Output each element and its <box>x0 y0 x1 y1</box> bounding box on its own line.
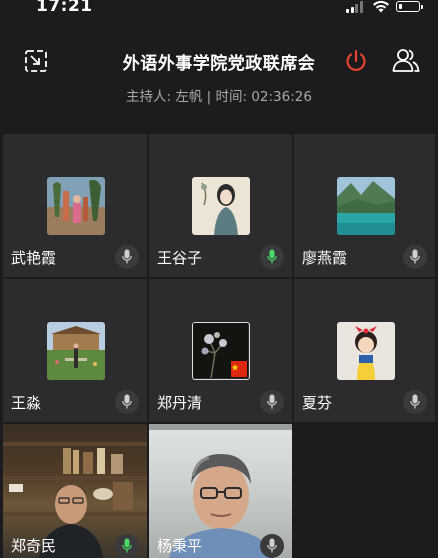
battery-level <box>398 3 402 9</box>
mic-active-icon <box>115 534 139 558</box>
mic-muted-icon <box>115 245 139 269</box>
meeting-header: 外语外事学院党政联席会 主持人: 左帆 | 时间: 02:36:26 <box>0 18 438 132</box>
participant-video-tile[interactable]: 郑奇民 <box>3 424 147 558</box>
meeting-title: 外语外事学院党政联席会 <box>122 54 316 74</box>
participant-name: 王淼 <box>11 394 42 412</box>
cellular-signal-icon <box>346 1 364 13</box>
empty-tile <box>294 424 435 558</box>
participant-name: 郑丹清 <box>157 394 203 412</box>
status-time: 17:21 <box>36 0 93 16</box>
participant-tile[interactable]: 郑丹清 <box>149 279 292 422</box>
participant-name: 王谷子 <box>157 249 203 267</box>
battery-icon <box>396 1 420 12</box>
mic-muted-icon <box>403 390 427 414</box>
participant-tile[interactable]: 王淼 <box>3 279 147 422</box>
participant-name: 夏芬 <box>302 394 333 412</box>
participant-video-tile[interactable]: 杨秉平 <box>149 424 292 558</box>
mic-muted-icon <box>260 534 284 558</box>
avatar <box>337 322 395 380</box>
meeting-subtitle: 主持人: 左帆 | 时间: 02:36:26 <box>126 89 312 105</box>
mic-muted-icon <box>403 245 427 269</box>
avatar <box>192 177 250 235</box>
participant-name: 廖燕霞 <box>302 249 348 267</box>
avatar <box>192 322 250 380</box>
participant-tile[interactable]: 武艳霞 <box>3 134 147 277</box>
mic-active-icon <box>260 245 284 269</box>
avatar <box>337 177 395 235</box>
avatar <box>47 322 105 380</box>
participant-tile[interactable]: 廖燕霞 <box>294 134 435 277</box>
battery-tip <box>421 5 423 9</box>
participants-icon[interactable] <box>392 47 420 73</box>
avatar <box>47 177 105 235</box>
mic-muted-icon <box>260 390 284 414</box>
participant-tile[interactable]: 王谷子 <box>149 134 292 277</box>
participant-tile[interactable]: 夏芬 <box>294 279 435 422</box>
mic-muted-icon <box>115 390 139 414</box>
wifi-icon <box>373 0 389 13</box>
participant-name: 杨秉平 <box>157 537 203 555</box>
participant-name: 郑奇民 <box>11 537 57 555</box>
participant-name: 武艳霞 <box>11 249 57 267</box>
participant-grid: 武艳霞 王谷子 廖燕霞 王淼 郑丹清 夏芬 郑奇民 杨秉平 <box>0 132 438 558</box>
status-bar: 17:21 <box>0 0 438 18</box>
power-icon[interactable] <box>343 48 369 74</box>
